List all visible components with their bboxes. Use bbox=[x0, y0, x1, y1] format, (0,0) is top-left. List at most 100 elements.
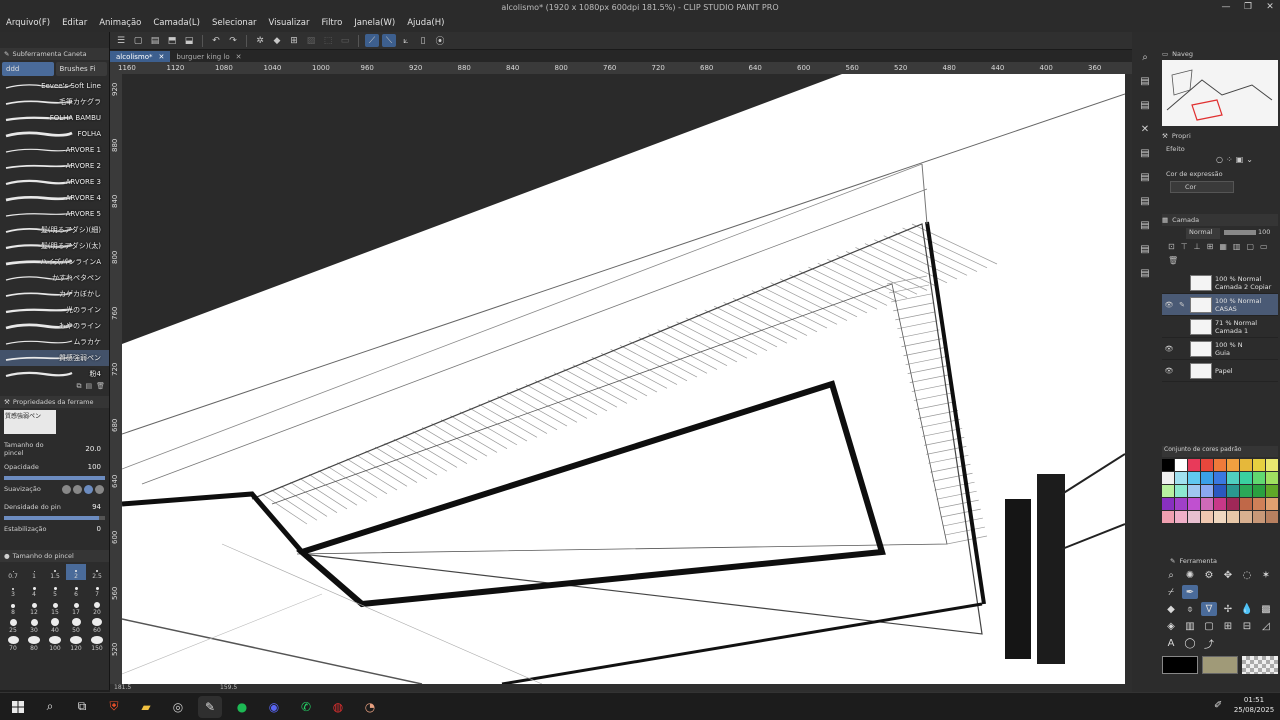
file-explorer-icon[interactable]: ▰ bbox=[134, 696, 158, 718]
smoothing-row[interactable]: Suavização bbox=[0, 480, 109, 498]
clip-studio-icon[interactable]: ◎ bbox=[166, 696, 190, 718]
color-swatch[interactable] bbox=[1240, 498, 1252, 510]
brush-size-option[interactable]: 7 bbox=[87, 582, 107, 598]
deselect-icon[interactable]: ▭ bbox=[338, 34, 352, 47]
delete-layer-icon[interactable]: 🗑 bbox=[1168, 256, 1178, 268]
brush-item[interactable]: ARVORE 5 bbox=[0, 206, 109, 222]
brush-item[interactable]: ARVORE 1 bbox=[0, 142, 109, 158]
color-swatch[interactable] bbox=[1227, 459, 1239, 471]
brush-size-option[interactable]: 6 bbox=[66, 582, 86, 598]
brush-item[interactable]: 毛筆カケグラ bbox=[0, 94, 109, 110]
panel-icon-6[interactable]: ▤ bbox=[1136, 264, 1154, 282]
brush-size-option[interactable]: 80 bbox=[24, 636, 44, 652]
brush-size-option[interactable]: 2.5 bbox=[87, 564, 107, 580]
new-file-icon[interactable]: ▢ bbox=[131, 34, 145, 47]
close-icon[interactable]: ✕ bbox=[236, 53, 242, 61]
snap-special-ruler-icon[interactable]: ⟍ bbox=[382, 34, 396, 47]
vertical-scrollbar[interactable] bbox=[1125, 74, 1132, 684]
color-swatch[interactable] bbox=[1201, 459, 1213, 471]
color-swatch[interactable] bbox=[1214, 472, 1226, 484]
color-swatch[interactable] bbox=[1240, 472, 1252, 484]
brush-size-option[interactable]: 25 bbox=[3, 618, 23, 634]
color-swatch[interactable] bbox=[1188, 459, 1200, 471]
density-value[interactable]: 94 bbox=[62, 503, 105, 511]
new-folder-icon[interactable]: ▭ bbox=[1260, 242, 1268, 254]
brush-size-option[interactable]: 15 bbox=[45, 600, 65, 616]
brush-size-option[interactable]: 1 bbox=[24, 564, 44, 580]
color-swatch[interactable] bbox=[1266, 498, 1278, 510]
search-icon[interactable]: ⌕ bbox=[1136, 48, 1154, 66]
transform-icon[interactable]: ⊞ bbox=[287, 34, 301, 47]
blend-tool-icon[interactable]: 💧 bbox=[1239, 602, 1255, 616]
brush-size-row[interactable]: Tamanho do pincel 20.0 bbox=[0, 440, 109, 458]
close-button[interactable]: ✕ bbox=[1262, 2, 1278, 14]
redo-icon[interactable]: ↷ bbox=[226, 34, 240, 47]
copy-icon[interactable]: ⧉ bbox=[76, 382, 81, 396]
opacity-slider[interactable] bbox=[4, 476, 105, 480]
material-icon[interactable]: ▤ bbox=[1136, 72, 1154, 90]
brush-size-option[interactable]: 120 bbox=[66, 636, 86, 652]
correct-line-tool-icon[interactable]: ⤴ bbox=[1201, 636, 1217, 651]
color-swatch[interactable] bbox=[1253, 485, 1265, 497]
material-icon-2[interactable]: ▤ bbox=[1136, 96, 1154, 114]
save-icon[interactable]: ⬒ bbox=[165, 34, 179, 47]
color-swatch[interactable] bbox=[1266, 459, 1278, 471]
smoothing-option[interactable] bbox=[73, 484, 82, 494]
brave-browser-icon[interactable]: ⛨ bbox=[102, 696, 126, 718]
color-swatch[interactable] bbox=[1266, 472, 1278, 484]
brush-item[interactable]: 粉4 bbox=[0, 366, 109, 382]
select-layer-tool-icon[interactable]: ⚙ bbox=[1201, 568, 1217, 582]
color-swatch[interactable] bbox=[1175, 459, 1187, 471]
brush-size-option[interactable]: 2 bbox=[66, 564, 86, 580]
maximize-button[interactable]: ❐ bbox=[1240, 2, 1256, 14]
tab-brushes[interactable]: Brushes Fi bbox=[55, 62, 107, 76]
brush-tool-icon[interactable]: ⌽ bbox=[1182, 602, 1198, 616]
color-swatch[interactable] bbox=[1227, 498, 1239, 510]
tab-alcolismo[interactable]: alcolismo* ✕ bbox=[110, 51, 171, 62]
menu-editar[interactable]: Editar bbox=[56, 18, 93, 28]
brush-size-option[interactable]: 50 bbox=[66, 618, 86, 634]
undo-icon[interactable]: ↶ bbox=[209, 34, 223, 47]
panel-icon-4[interactable]: ▤ bbox=[1136, 216, 1154, 234]
tablet-icon[interactable]: ▯ bbox=[416, 34, 430, 47]
snap-ruler-icon[interactable]: ⟋ bbox=[365, 34, 379, 47]
move-tool-icon[interactable]: ✥ bbox=[1220, 568, 1236, 582]
close-icon[interactable]: ✕ bbox=[159, 53, 165, 61]
tab-burguer-king[interactable]: burguer king lo ✕ bbox=[170, 51, 247, 62]
browser-app-icon[interactable]: ◔ bbox=[358, 696, 382, 718]
text-tool-icon[interactable]: A bbox=[1163, 636, 1179, 650]
layer-effect-icon[interactable]: ▣ bbox=[1236, 155, 1244, 166]
angle-value[interactable]: 159.5 bbox=[220, 684, 237, 691]
smoothing-option-active[interactable] bbox=[84, 484, 93, 494]
menu-animacao[interactable]: Animação bbox=[93, 18, 147, 28]
color-swatch[interactable] bbox=[1227, 485, 1239, 497]
new-layer-icon[interactable]: ▢ bbox=[1246, 242, 1254, 254]
color-swatch[interactable] bbox=[1253, 498, 1265, 510]
gradient-tool-icon[interactable]: ▥ bbox=[1182, 619, 1198, 633]
brush-item[interactable]: かすれペタペン bbox=[0, 270, 109, 286]
balloon-tool-icon[interactable]: ◯ bbox=[1182, 636, 1198, 650]
expression-color-select[interactable]: Cor bbox=[1170, 181, 1234, 193]
brush-size-option[interactable]: 12 bbox=[24, 600, 44, 616]
secondary-color[interactable] bbox=[1202, 656, 1238, 674]
decoration-tool-icon[interactable]: ✢ bbox=[1220, 602, 1236, 616]
color-swatch[interactable] bbox=[1201, 485, 1213, 497]
brush-size-option[interactable]: 100 bbox=[45, 636, 65, 652]
color-swatch[interactable] bbox=[1188, 498, 1200, 510]
layer-opacity-value[interactable]: 100 bbox=[1258, 228, 1270, 236]
panel-icon-3[interactable]: ▤ bbox=[1136, 192, 1154, 210]
brush-item[interactable]: ARVORE 4 bbox=[0, 190, 109, 206]
stabilization-value[interactable]: 0 bbox=[62, 525, 105, 533]
menu-icon[interactable]: ☰ bbox=[114, 34, 128, 47]
brush-item[interactable]: ハイズパンラインA bbox=[0, 254, 109, 270]
tab-ddd[interactable]: ddd bbox=[2, 62, 54, 76]
color-swatch[interactable] bbox=[1201, 511, 1213, 523]
frame-tool-icon[interactable]: ⊞ bbox=[1220, 619, 1236, 633]
menu-selecionar[interactable]: Selecionar bbox=[206, 18, 263, 28]
brush-item[interactable]: FOLHA BAMBU bbox=[0, 110, 109, 126]
crop-icon[interactable]: ⬚ bbox=[321, 34, 335, 47]
color-swatch[interactable] bbox=[1188, 485, 1200, 497]
eye-icon[interactable]: 👁 bbox=[1164, 301, 1174, 309]
pen-tray-icon[interactable]: ✐ bbox=[1214, 700, 1222, 711]
fill-icon[interactable]: ◆ bbox=[270, 34, 284, 47]
